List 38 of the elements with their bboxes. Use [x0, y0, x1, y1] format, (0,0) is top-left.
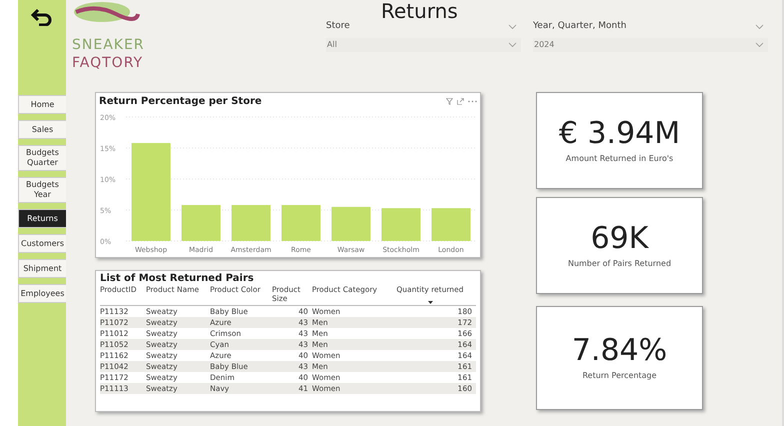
bar [182, 205, 220, 241]
nav-button[interactable]: Home [18, 95, 67, 114]
kpi-label: Amount Returned in Euro's [566, 152, 674, 164]
back-arrow-icon[interactable] [31, 8, 53, 26]
chevron-down-icon [755, 24, 764, 30]
bar [382, 208, 420, 241]
bar [232, 205, 270, 241]
filter-dropdown[interactable]: All [326, 38, 521, 52]
nav-button[interactable]: Budgets Year [18, 177, 67, 203]
kpi-value: 69K [590, 222, 648, 256]
table-title: List of Most Returned Pairs [100, 272, 255, 285]
nav-button[interactable]: Shipment [18, 259, 67, 278]
nav-button[interactable]: Sales [18, 120, 67, 139]
chevron-down-icon [508, 42, 517, 48]
bar [282, 205, 320, 241]
filter-icon[interactable] [446, 98, 453, 105]
kpi-label: Number of Pairs Returned [568, 258, 672, 270]
page-title: Returns [381, 0, 459, 22]
sort-descending-icon [428, 301, 432, 304]
expand-icon[interactable] [457, 98, 464, 105]
filter-label: Year, Quarter, Month [533, 20, 626, 33]
chart-title: Return Percentage per Store [99, 95, 262, 109]
nav-button[interactable]: Customers [18, 234, 67, 253]
chevron-down-icon [755, 42, 764, 48]
kpi-label: Return Percentage [582, 370, 657, 382]
chevron-down-icon [508, 24, 517, 30]
logo-text: FAQTORY [72, 54, 144, 72]
bar [432, 208, 470, 241]
nav-button[interactable]: Returns [18, 209, 67, 228]
nav-button[interactable]: Employees [18, 284, 67, 303]
nav-button[interactable]: Budgets Quarter [18, 145, 67, 171]
kpi-value: € 3.94M [558, 116, 680, 150]
more-options-icon[interactable] [468, 100, 477, 103]
filter-dropdown[interactable]: 2024 [533, 38, 768, 52]
bar [332, 206, 370, 241]
kpi-value: 7.84% [572, 334, 668, 368]
logo-text: SNEAKER [72, 36, 146, 54]
filter-label: Store [326, 20, 350, 33]
